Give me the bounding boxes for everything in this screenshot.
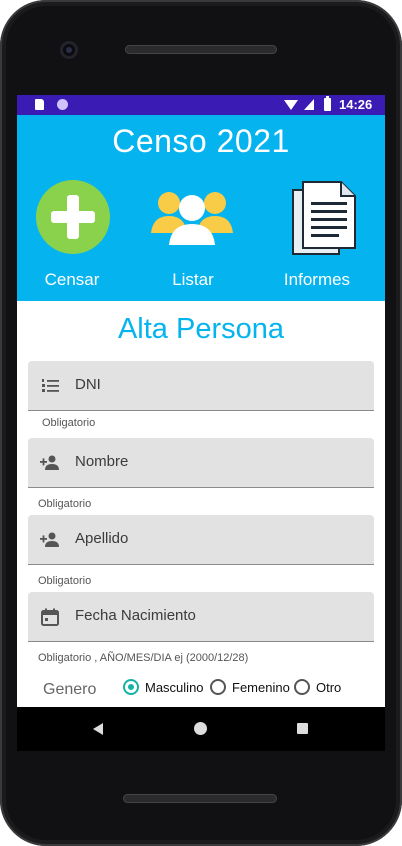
app-title: Censo 2021 bbox=[112, 123, 290, 159]
dni-placeholder: DNI bbox=[75, 376, 101, 393]
person-add-icon bbox=[40, 455, 59, 470]
dni-field[interactable]: DNI bbox=[28, 361, 374, 411]
nav-listar-label: Listar bbox=[172, 270, 214, 289]
plus-circle-icon bbox=[36, 180, 110, 254]
person-add-icon bbox=[40, 532, 59, 547]
dni-helper: Obligatorio bbox=[42, 417, 96, 429]
nav-listar-button[interactable]: Listar bbox=[138, 177, 248, 297]
status-time: 14:26 bbox=[339, 97, 373, 112]
radio-masculino-label: Masculino bbox=[145, 680, 204, 695]
people-icon bbox=[151, 192, 233, 245]
genero-label: Genero bbox=[43, 681, 97, 698]
apellido-placeholder: Apellido bbox=[75, 530, 129, 547]
fecha-nacimiento-helper: Obligatorio , AÑO/MES/DIA ej (2000/12/28… bbox=[38, 652, 249, 664]
radio-femenino-dot bbox=[210, 679, 226, 695]
form-title: Alta Persona bbox=[117, 313, 285, 345]
bottom-speaker bbox=[123, 794, 277, 803]
battery-icon bbox=[324, 96, 331, 111]
status-bar: 14:26 bbox=[17, 95, 385, 115]
home-icon[interactable] bbox=[194, 722, 207, 735]
nombre-helper: Obligatorio bbox=[38, 498, 92, 510]
signal-icon bbox=[304, 99, 314, 110]
nombre-placeholder: Nombre bbox=[75, 453, 129, 470]
alta-persona-form: Alta Persona DNI Obligatorio Nombre Obli… bbox=[24, 301, 378, 707]
radio-femenino-label: Femenino bbox=[232, 680, 290, 695]
app-header: Censo 2021 Censar Listar Informes bbox=[17, 115, 385, 301]
radio-masculino-dot bbox=[123, 679, 139, 695]
apellido-field[interactable]: Apellido bbox=[28, 515, 374, 565]
earpiece-speaker bbox=[125, 45, 277, 54]
front-camera bbox=[60, 41, 78, 59]
document-icon bbox=[292, 181, 356, 255]
nav-informes-label: Informes bbox=[283, 270, 351, 289]
list-number-icon bbox=[42, 379, 59, 392]
fecha-nacimiento-placeholder: Fecha Nacimiento bbox=[75, 607, 196, 624]
screen: 14:26 Censo 2021 Censar Listar Informes … bbox=[17, 95, 385, 707]
radio-otro-dot bbox=[294, 679, 310, 695]
back-icon[interactable] bbox=[93, 723, 103, 735]
nav-censar-button[interactable]: Censar bbox=[17, 177, 127, 297]
sd-card-icon bbox=[35, 99, 44, 110]
calendar-icon bbox=[41, 608, 59, 626]
nav-censar-label: Censar bbox=[44, 270, 100, 289]
wifi-icon bbox=[284, 100, 298, 110]
nav-informes-button[interactable]: Informes bbox=[262, 177, 372, 297]
apellido-helper: Obligatorio bbox=[38, 575, 92, 587]
fecha-nacimiento-field[interactable]: Fecha Nacimiento bbox=[28, 592, 374, 642]
recent-apps-icon[interactable] bbox=[297, 723, 308, 734]
notification-circle-icon bbox=[57, 99, 68, 110]
nombre-field[interactable]: Nombre bbox=[28, 438, 374, 488]
system-nav-bar bbox=[17, 707, 385, 751]
radio-otro-label: Otro bbox=[316, 680, 342, 695]
phone-frame: 14:26 Censo 2021 Censar Listar Informes … bbox=[0, 0, 402, 846]
